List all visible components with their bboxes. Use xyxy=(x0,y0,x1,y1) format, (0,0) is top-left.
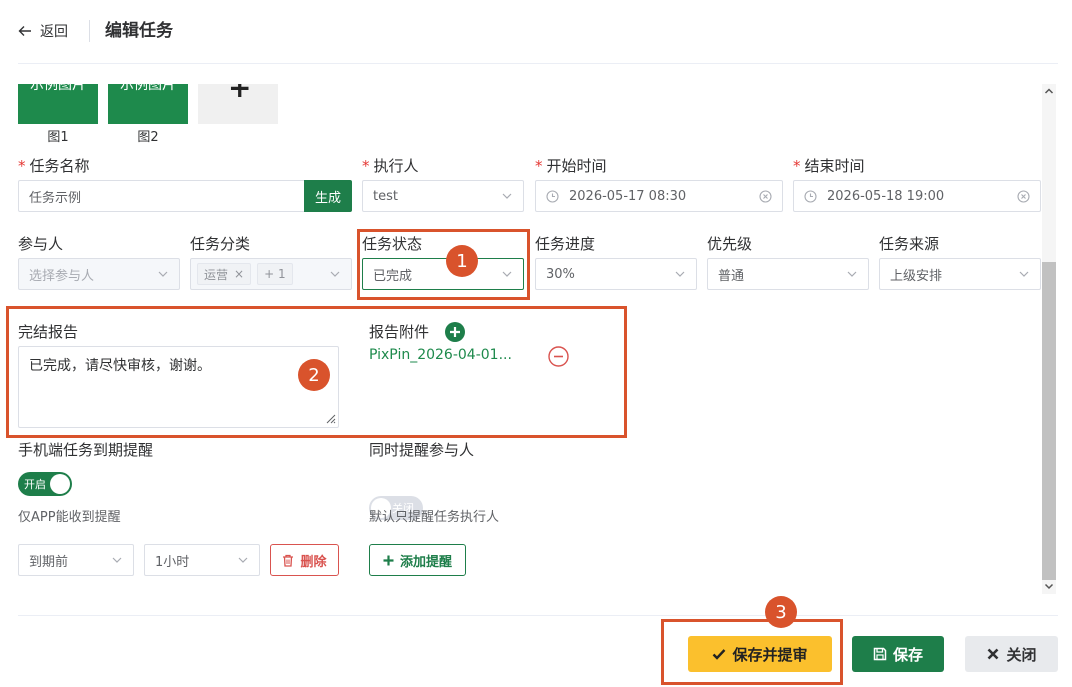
annotation-box-submit xyxy=(661,619,843,685)
end-time-picker[interactable]: 2026-05-18 19:00 xyxy=(793,180,1041,212)
switch-knob xyxy=(50,474,70,494)
back-button[interactable]: 返回 xyxy=(18,20,68,42)
image-caption-1: 图1 xyxy=(47,130,69,145)
annotation-badge-2: 2 xyxy=(298,359,330,391)
save-button[interactable]: 保存 xyxy=(852,636,944,672)
task-name-input[interactable]: 任务示例 xyxy=(18,180,305,212)
priority-select[interactable]: 普通 xyxy=(707,258,869,290)
scrollbar-thumb[interactable] xyxy=(1042,262,1056,580)
source-select[interactable]: 上级安排 xyxy=(879,258,1041,290)
arrow-left-icon xyxy=(18,26,31,36)
source-label: 任务来源 xyxy=(879,235,940,253)
plus-icon: + xyxy=(228,84,252,104)
tag-close-icon[interactable]: × xyxy=(234,267,244,281)
notify-participants-label: 同时提醒参与人 xyxy=(369,441,475,459)
delete-reminder-button[interactable]: 删除 xyxy=(270,544,339,576)
add-reminder-button[interactable]: 添加提醒 xyxy=(369,544,466,576)
category-label: 任务分类 xyxy=(190,235,251,253)
annotation-badge-1: 1 xyxy=(446,245,478,277)
header-divider xyxy=(89,20,90,42)
reminder-offset-select[interactable]: 1小时 xyxy=(144,544,260,576)
footer-separator xyxy=(18,615,1058,616)
scroll-up-button[interactable] xyxy=(1042,84,1056,98)
floppy-disk-icon xyxy=(873,647,887,661)
image-caption-2: 图2 xyxy=(137,130,159,145)
page-header: 返回 编辑任务 xyxy=(0,0,1072,64)
clear-icon[interactable] xyxy=(1017,189,1030,203)
reminder-when-select[interactable]: 到期前 xyxy=(18,544,134,576)
clock-icon xyxy=(804,189,817,203)
chevron-down-icon xyxy=(158,271,168,277)
category-tag: 运营 × xyxy=(197,263,252,285)
annotation-box-status xyxy=(357,229,530,300)
task-name-label: * 任务名称 xyxy=(18,157,90,175)
mobile-reminder-hint: 仅APP能收到提醒 xyxy=(18,510,121,525)
back-label: 返回 xyxy=(40,24,68,40)
mobile-reminder-label: 手机端任务到期提醒 xyxy=(18,441,154,459)
clock-icon xyxy=(546,189,559,203)
image-thumbnail-1[interactable]: 示例图片 xyxy=(18,84,98,124)
mobile-reminder-switch[interactable]: 开启 xyxy=(18,472,72,496)
annotation-badge-3: 3 xyxy=(765,596,797,628)
priority-label: 优先级 xyxy=(707,235,753,253)
end-time-label: * 结束时间 xyxy=(793,157,865,175)
participants-select[interactable]: 选择参与人 xyxy=(18,258,180,290)
chevron-down-icon xyxy=(238,557,248,563)
chevron-down-icon xyxy=(1019,271,1029,277)
clear-icon[interactable] xyxy=(759,189,772,203)
chevron-down-icon xyxy=(1044,583,1054,590)
plus-icon xyxy=(383,555,394,565)
close-button[interactable]: 关闭 xyxy=(965,636,1058,672)
page-title: 编辑任务 xyxy=(105,21,173,41)
chevron-down-icon xyxy=(112,557,122,563)
start-time-label: * 开始时间 xyxy=(535,157,607,175)
category-more-tag: + 1 xyxy=(257,263,293,285)
close-icon xyxy=(988,648,999,660)
notify-participants-hint: 默认只提醒任务执行人 xyxy=(369,510,500,525)
progress-label: 任务进度 xyxy=(535,235,596,253)
progress-select[interactable]: 30% xyxy=(535,258,697,290)
generate-button[interactable]: 生成 xyxy=(304,180,352,212)
category-select[interactable]: 运营 × + 1 xyxy=(190,258,352,290)
chevron-down-icon xyxy=(847,271,857,277)
scroll-down-button[interactable] xyxy=(1042,579,1056,593)
chevron-down-icon xyxy=(330,271,340,277)
chevron-down-icon xyxy=(675,271,685,277)
start-time-picker[interactable]: 2026-05-17 08:30 xyxy=(535,180,783,212)
image-thumbnail-2[interactable]: 示例图片 xyxy=(108,84,188,124)
executor-select[interactable]: test xyxy=(362,180,524,212)
participants-label: 参与人 xyxy=(18,235,64,253)
executor-label: * 执行人 xyxy=(362,157,419,175)
trash-icon xyxy=(283,554,294,567)
header-separator xyxy=(18,63,1058,64)
chevron-up-icon xyxy=(1044,88,1054,94)
add-image-button[interactable]: + xyxy=(198,84,278,124)
chevron-down-icon xyxy=(502,193,512,199)
